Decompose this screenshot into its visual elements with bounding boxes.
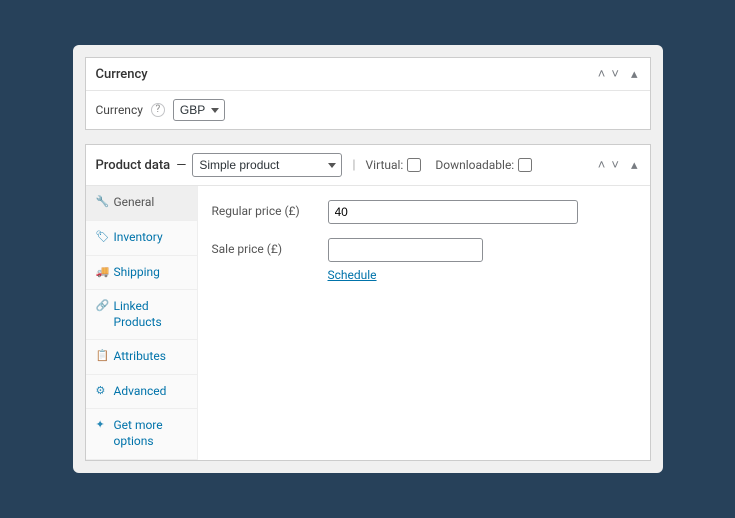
downloadable-checkbox-wrap[interactable]: Downloadable: <box>435 158 532 172</box>
move-up-icon[interactable]: ˄ <box>596 66 608 82</box>
currency-body: Currency ? GBP <box>86 91 650 129</box>
tab-advanced[interactable]: ⚙ Advanced <box>86 375 197 410</box>
link-icon: 🔗 <box>96 299 108 313</box>
move-down-icon[interactable]: ˅ <box>609 66 621 82</box>
tag-icon: 🏷 <box>96 230 108 244</box>
move-down-icon[interactable]: ˅ <box>609 157 621 173</box>
general-tab-content: Regular price (£) Sale price (£) Schedul… <box>198 186 650 459</box>
product-data-body: 🔧 General 🏷 Inventory 🚚 Shipping 🔗 Linke… <box>86 186 650 459</box>
regular-price-row: Regular price (£) <box>212 200 636 224</box>
downloadable-label: Downloadable: <box>435 158 514 172</box>
currency-header: Currency ˄ ˅ ▴ <box>86 58 650 91</box>
sale-price-label: Sale price (£) <box>212 238 328 256</box>
tab-attributes[interactable]: 📋 Attributes <box>86 340 197 375</box>
sparkle-icon: ✦ <box>96 418 108 432</box>
sale-price-input[interactable] <box>328 238 483 262</box>
admin-panel: Currency ˄ ˅ ▴ Currency ? GBP Product da… <box>73 45 663 472</box>
tab-linked-products[interactable]: 🔗 Linked Products <box>86 290 197 340</box>
help-icon[interactable]: ? <box>151 103 165 117</box>
list-icon: 📋 <box>96 349 108 363</box>
schedule-link[interactable]: Schedule <box>328 268 377 282</box>
tab-general[interactable]: 🔧 General <box>86 186 197 221</box>
move-up-icon[interactable]: ˄ <box>596 157 608 173</box>
tab-inventory[interactable]: 🏷 Inventory <box>86 221 197 256</box>
wrench-icon: 🔧 <box>96 195 108 209</box>
truck-icon: 🚚 <box>96 265 108 279</box>
virtual-checkbox-wrap[interactable]: Virtual: <box>366 158 422 172</box>
currency-label: Currency <box>96 103 143 117</box>
currency-header-controls: ˄ ˅ ▴ <box>596 66 640 82</box>
sale-price-row: Sale price (£) Schedule <box>212 238 636 282</box>
tab-shipping[interactable]: 🚚 Shipping <box>86 256 197 291</box>
product-type-select[interactable]: Simple product <box>192 153 342 177</box>
tab-get-more-options[interactable]: ✦ Get more options <box>86 409 197 459</box>
product-data-title: Product data <box>96 158 171 173</box>
product-data-metabox: Product data — Simple product | Virtual:… <box>85 144 651 460</box>
regular-price-input[interactable] <box>328 200 578 224</box>
product-data-header: Product data — Simple product | Virtual:… <box>86 145 650 186</box>
virtual-label: Virtual: <box>366 158 404 172</box>
product-data-header-controls: ˄ ˅ ▴ <box>596 157 640 173</box>
separator: | <box>352 158 355 173</box>
virtual-checkbox[interactable] <box>407 158 421 172</box>
collapse-icon[interactable]: ▴ <box>629 67 640 82</box>
downloadable-checkbox[interactable] <box>518 158 532 172</box>
currency-metabox: Currency ˄ ˅ ▴ Currency ? GBP <box>85 57 651 130</box>
product-tabs: 🔧 General 🏷 Inventory 🚚 Shipping 🔗 Linke… <box>86 186 198 459</box>
collapse-icon[interactable]: ▴ <box>629 158 640 173</box>
currency-title: Currency <box>96 67 148 82</box>
gear-icon: ⚙ <box>96 384 108 398</box>
regular-price-label: Regular price (£) <box>212 200 328 218</box>
currency-select[interactable]: GBP <box>173 99 225 121</box>
